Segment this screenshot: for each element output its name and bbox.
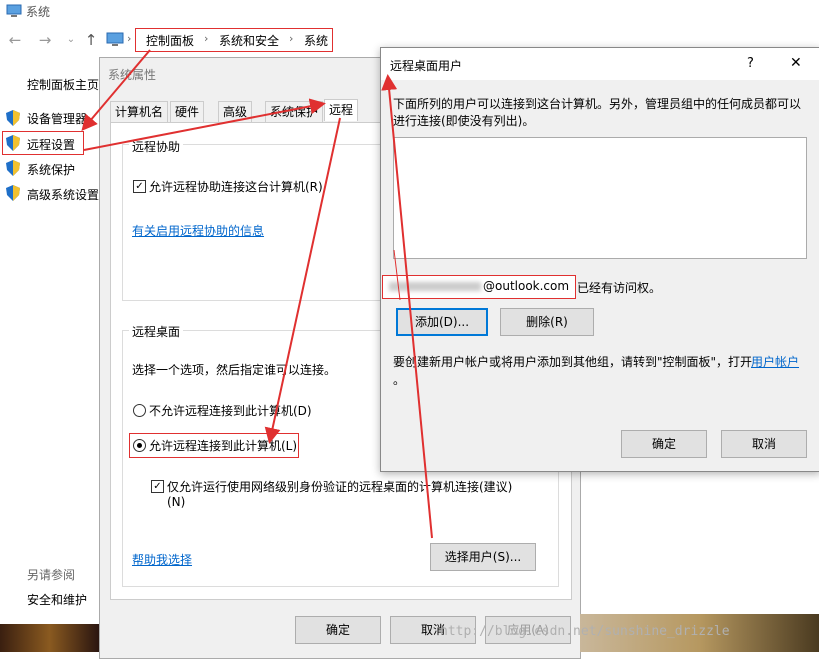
- remote-assist-info-link[interactable]: 有关启用远程协助的信息: [132, 222, 264, 239]
- tab-remote[interactable]: 远程: [324, 99, 359, 121]
- access-text: 已经有访问权。: [577, 281, 662, 295]
- nla-checkbox-label[interactable]: 仅允许运行使用网络级别身份验证的远程桌面的计算机连接(建议): [167, 478, 512, 495]
- remote-assist-checkbox-label[interactable]: 允许远程协助连接这台计算机(R): [149, 178, 323, 195]
- window-title: 系统: [26, 5, 51, 19]
- add-button[interactable]: 添加(D)...: [396, 308, 488, 336]
- forward-icon[interactable]: →: [36, 30, 54, 50]
- breadcrumb-item[interactable]: 系统: [304, 32, 328, 49]
- see-also-title: 另请参阅: [27, 568, 76, 582]
- nla-checkbox-label-2: (N): [167, 495, 186, 509]
- remote-assist-checkbox[interactable]: ✓: [133, 180, 146, 193]
- up-icon[interactable]: ↑: [82, 30, 100, 50]
- user-list-box[interactable]: [393, 137, 807, 259]
- dialog-title: 系统属性: [108, 68, 157, 82]
- user-accounts-link[interactable]: 用户帐户: [751, 353, 799, 370]
- shield-icon: [6, 185, 20, 201]
- remote-assist-label: 远程协助: [129, 138, 184, 155]
- device-manager-link[interactable]: 设备管理器: [27, 110, 87, 127]
- tab-system-protection[interactable]: 系统保护: [265, 101, 324, 122]
- select-users-button[interactable]: 选择用户(S)...: [430, 543, 536, 571]
- system-protection-link[interactable]: 系统保护: [27, 161, 75, 178]
- security-maintenance-link[interactable]: 安全和维护: [27, 591, 87, 608]
- remote-users-dialog: 远程桌面用户 ? ✕ 下面所列的用户可以连接到这台计算机。另外，管理员组中的任何…: [380, 47, 819, 472]
- tab-hardware[interactable]: 硬件: [170, 101, 205, 122]
- control-panel-home-link[interactable]: 控制面板主页: [27, 76, 99, 93]
- footer-end: 。: [393, 373, 406, 387]
- user-email-highlight: @outlook.com: [382, 275, 576, 299]
- footer-text: 要创建新用户帐户或将用户添加到其他组，请转到"控制面板"，打开: [393, 355, 753, 369]
- allow-radio[interactable]: [133, 439, 146, 452]
- user-email: @outlook.com: [483, 279, 570, 293]
- breadcrumb-item[interactable]: 系统和安全: [219, 32, 279, 49]
- ok-button[interactable]: 确定: [295, 616, 381, 644]
- window-titlebar: 系统: [0, 0, 819, 24]
- advanced-settings-link[interactable]: 高级系统设置: [27, 186, 99, 203]
- remote-users-title: 远程桌面用户: [390, 59, 463, 73]
- close-icon[interactable]: ✕: [790, 55, 802, 71]
- deny-radio[interactable]: [133, 404, 146, 417]
- remote-users-description: 下面所列的用户可以连接到这台计算机。另外，管理员组中的任何成员都可以进行连接(即…: [393, 97, 802, 128]
- computer-icon: [106, 32, 124, 46]
- chevron-right-icon: ›: [127, 32, 132, 45]
- remote-desktop-instruction: 选择一个选项，然后指定谁可以连接。: [132, 363, 337, 377]
- chevron-down-icon[interactable]: ⌄: [62, 30, 80, 50]
- remote-desktop-label: 远程桌面: [129, 323, 184, 340]
- blurred-username: [389, 282, 481, 291]
- allow-radio-label[interactable]: 允许远程连接到此计算机(L): [149, 437, 297, 454]
- remote-users-ok-button[interactable]: 确定: [621, 430, 707, 458]
- watermark: http://blog.csdn.net/sunshine_drizzle: [440, 624, 730, 639]
- shield-icon: [6, 110, 20, 126]
- help-icon[interactable]: ?: [747, 56, 754, 71]
- remove-button[interactable]: 删除(R): [500, 308, 594, 336]
- tab-advanced[interactable]: 高级: [218, 101, 253, 122]
- back-icon[interactable]: ←: [6, 30, 24, 50]
- shield-icon: [6, 160, 20, 176]
- breadcrumb-item[interactable]: 控制面板: [146, 32, 194, 49]
- desktop-background: [0, 624, 99, 652]
- remote-users-cancel-button[interactable]: 取消: [721, 430, 807, 458]
- deny-radio-label[interactable]: 不允许远程连接到此计算机(D): [149, 402, 312, 419]
- remote-settings-link[interactable]: 远程设置: [27, 136, 75, 153]
- nla-checkbox[interactable]: ✓: [151, 480, 164, 493]
- computer-icon: [6, 4, 22, 17]
- help-choose-link[interactable]: 帮助我选择: [132, 551, 192, 568]
- chevron-right-icon: ›: [289, 32, 294, 45]
- chevron-right-icon: ›: [204, 32, 209, 45]
- tab-computer-name[interactable]: 计算机名: [110, 101, 169, 122]
- shield-icon: [6, 135, 20, 151]
